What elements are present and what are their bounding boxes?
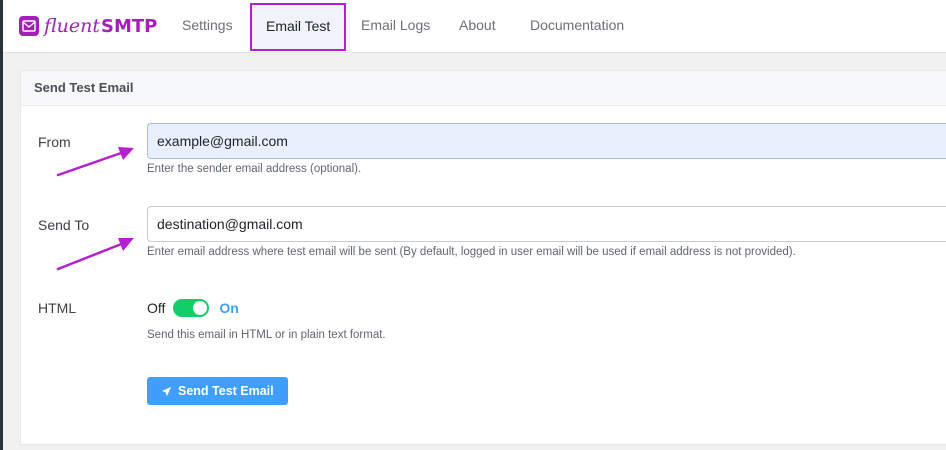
send-test-email-panel: Send Test Email From Enter the sender em…: [20, 70, 946, 445]
paper-plane-icon: [161, 386, 172, 396]
top-navigation-bar: fluent SMTP Settings Email Test Email Lo…: [3, 0, 946, 53]
send-to-label: Send To: [38, 217, 90, 233]
logo-text-smtp: SMTP: [101, 15, 158, 37]
toggle-off-label: Off: [147, 300, 166, 316]
send-to-email-input[interactable]: [147, 206, 946, 242]
tab-about[interactable]: About: [459, 0, 496, 52]
fluent-smtp-logo[interactable]: fluent SMTP: [19, 14, 157, 38]
send-test-email-button[interactable]: Send Test Email: [147, 377, 288, 405]
annotation-arrow-icon: [56, 147, 134, 177]
tab-email-logs[interactable]: Email Logs: [361, 0, 430, 52]
send-button-label: Send Test Email: [178, 384, 274, 398]
from-help-text: Enter the sender email address (optional…: [147, 163, 362, 175]
from-email-input[interactable]: [147, 123, 946, 159]
admin-sidebar-edge: [0, 0, 3, 450]
tab-settings[interactable]: Settings: [182, 0, 233, 52]
toggle-on-label: On: [219, 300, 239, 316]
html-help-text: Send this email in HTML or in plain text…: [147, 329, 386, 341]
mail-logo-icon: [19, 16, 39, 36]
html-toggle-row: Off On: [147, 299, 239, 317]
toggle-knob: [193, 301, 208, 315]
send-to-help-text: Enter email address where test email wil…: [147, 246, 796, 258]
annotation-arrow-icon: [56, 238, 134, 271]
logo-text-fluent: fluent: [44, 15, 101, 37]
tab-documentation[interactable]: Documentation: [530, 0, 624, 52]
tab-email-test[interactable]: Email Test: [250, 3, 347, 51]
panel-title: Send Test Email: [21, 71, 946, 106]
html-label: HTML: [38, 300, 77, 316]
html-toggle-switch[interactable]: [173, 299, 210, 317]
